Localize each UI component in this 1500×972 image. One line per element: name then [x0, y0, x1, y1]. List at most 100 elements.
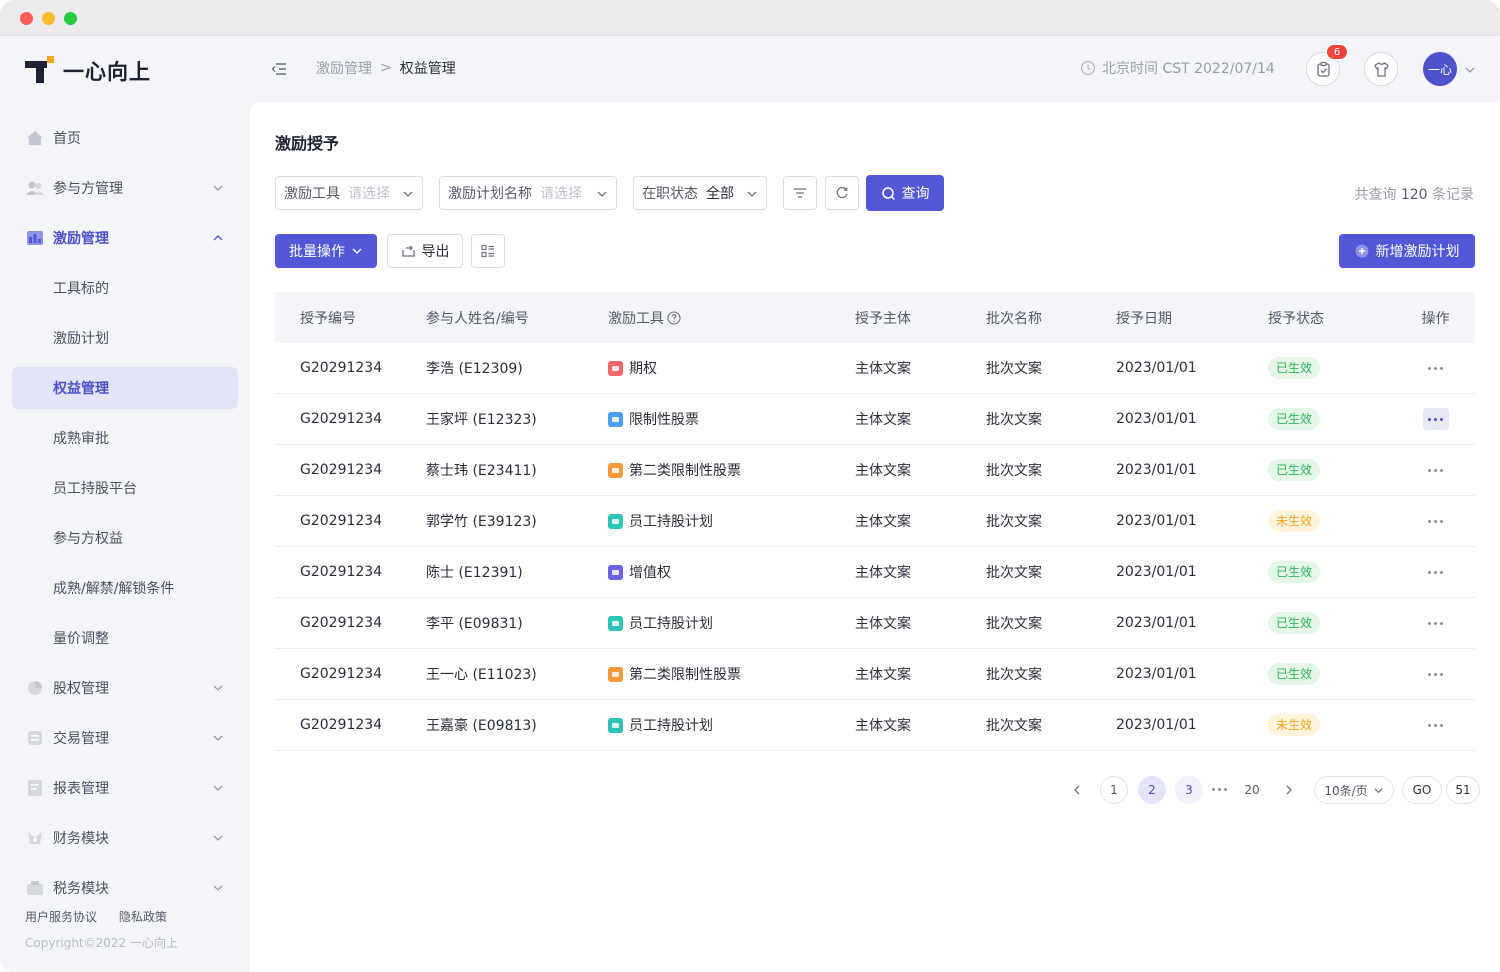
page-3-button[interactable]: 3: [1175, 776, 1203, 804]
go-button[interactable]: GO: [1402, 776, 1442, 804]
sidebar-item-plans[interactable]: 激励计划: [0, 313, 250, 363]
sidebar-item-label: 员工持股平台: [53, 481, 137, 497]
jump-page-input[interactable]: 51: [1446, 776, 1480, 804]
more-actions-icon[interactable]: [1423, 612, 1449, 634]
breadcrumb: 激励管理 > 权益管理: [316, 58, 456, 78]
add-incentive-plan-button[interactable]: 新增激励计划: [1339, 234, 1475, 268]
status-badge: 未生效: [1268, 510, 1321, 532]
chevron-down-icon: [597, 191, 607, 197]
more-actions-icon[interactable]: [1422, 408, 1449, 430]
sidebar-item-incentive[interactable]: 激励管理: [0, 213, 250, 263]
sidebar-item-trade[interactable]: 交易管理: [0, 713, 250, 763]
filter-incentive-tool[interactable]: 激励工具 请选择: [275, 176, 423, 210]
theme-button[interactable]: [1364, 52, 1398, 86]
prev-page-button[interactable]: [1063, 776, 1091, 804]
filter-label: 激励工具: [284, 186, 340, 202]
status-badge: 已生效: [1268, 561, 1321, 583]
advanced-filter-button[interactable]: [783, 176, 817, 210]
privacy-policy-link[interactable]: 隐私政策: [119, 910, 167, 924]
filter-plan-name[interactable]: 激励计划名称 请选择: [439, 176, 617, 210]
incentive-tool-icon: [608, 615, 623, 631]
breadcrumb-item-incentive[interactable]: 激励管理: [316, 58, 372, 78]
sidebar-item-label: 工具标的: [53, 281, 109, 297]
pagination: 1 2 3 20 10条/页 GO 51: [250, 776, 1500, 804]
pagination-ellipsis[interactable]: [1212, 788, 1227, 791]
sidebar-item-participants[interactable]: 参与方管理: [0, 163, 250, 213]
user-agreement-link[interactable]: 用户服务协议: [25, 910, 97, 924]
sidebar-item-label: 报表管理: [53, 781, 109, 797]
status-cell: 已生效: [1268, 612, 1396, 634]
logo-mark-icon: [25, 56, 55, 86]
avatar[interactable]: 一心: [1423, 52, 1457, 86]
record-count-suffix: 条记录: [1432, 187, 1474, 203]
table-row[interactable]: G20291234 王嘉豪 (E09813) 员工持股计划 主体文案 批次文案 2023/…: [275, 700, 1475, 751]
chevron-down-icon[interactable]: [1464, 64, 1476, 76]
sidebar-item-adjustment[interactable]: 量价调整: [0, 613, 250, 663]
more-actions-icon[interactable]: [1423, 459, 1449, 481]
sidebar-item-participant-rights[interactable]: 参与方权益: [0, 513, 250, 563]
sidebar-item-tax[interactable]: 税务模块: [0, 863, 250, 913]
grant-date-cell: 2023/01/01: [1116, 462, 1197, 478]
minimize-window-button[interactable]: [42, 12, 55, 25]
export-button[interactable]: 导出: [387, 234, 463, 268]
table-row[interactable]: G20291234 陈士 (E12391) 增值权 主体文案 批次文案 2023/01/0…: [275, 547, 1475, 598]
sidebar-item-finance[interactable]: 财务模块: [0, 813, 250, 863]
table-row[interactable]: G20291234 王一心 (E11023) 第二类限制性股票 主体文案 批次文案 202…: [275, 649, 1475, 700]
tool-cell: 员工持股计划: [608, 715, 855, 735]
page-20-button[interactable]: 20: [1238, 776, 1266, 804]
more-actions-icon[interactable]: [1423, 561, 1449, 583]
filter-placeholder: 请选择: [348, 186, 390, 202]
more-actions-icon[interactable]: [1423, 714, 1449, 736]
table-row[interactable]: G20291234 郭学竹 (E39123) 员工持股计划 主体文案 批次文案 2023/…: [275, 496, 1475, 547]
shirt-icon: [1373, 61, 1389, 77]
table-row[interactable]: G20291234 蔡士玮 (E23411) 第二类限制性股票 主体文案 批次文案 202…: [275, 445, 1475, 496]
status-badge: 已生效: [1268, 612, 1321, 634]
tool-cell: 期权: [608, 358, 855, 378]
sidebar-item-rights-management[interactable]: 权益管理: [12, 367, 238, 409]
filter-employment-status[interactable]: 在职状态 全部: [633, 176, 767, 210]
page-size-select[interactable]: 10条/页: [1314, 776, 1394, 804]
sidebar-item-home[interactable]: 首页: [0, 113, 250, 163]
tool-cell: 增值权: [608, 562, 855, 582]
sidebar-footer-links: 用户服务协议 隐私政策: [25, 908, 185, 925]
chevron-down-icon: [747, 191, 757, 197]
batch-operation-button[interactable]: 批量操作: [275, 234, 377, 268]
page-2-button[interactable]: 2: [1138, 776, 1166, 804]
sidebar-item-reports[interactable]: 报表管理: [0, 763, 250, 813]
sidebar-item-esop-platform[interactable]: 员工持股平台: [0, 463, 250, 513]
table-row[interactable]: G20291234 王家坪 (E12323) 限制性股票 主体文案 批次文案 2023/0…: [275, 394, 1475, 445]
page-1-button[interactable]: 1: [1100, 776, 1128, 804]
close-window-button[interactable]: [20, 12, 33, 25]
table-row[interactable]: G20291234 李平 (E09831) 员工持股计划 主体文案 批次文案 2023/0…: [275, 598, 1475, 649]
tax-icon: [25, 878, 45, 898]
subject-cell: 主体文案: [855, 361, 911, 377]
export-label: 导出: [421, 244, 450, 260]
brand-logo[interactable]: 一心向上: [25, 54, 151, 88]
reset-button[interactable]: [825, 176, 859, 210]
more-actions-icon[interactable]: [1423, 663, 1449, 685]
more-actions-icon[interactable]: [1423, 357, 1449, 379]
table-row[interactable]: G20291234 李浩 (E12309) 期权 主体文案 批次文案 2023/01/01…: [275, 343, 1475, 394]
help-icon[interactable]: [667, 310, 681, 325]
query-button[interactable]: 查询: [866, 175, 944, 211]
collapse-sidebar-icon[interactable]: [270, 60, 288, 78]
next-page-button[interactable]: [1275, 776, 1303, 804]
column-settings-button[interactable]: [471, 234, 505, 268]
status-badge: 未生效: [1268, 714, 1321, 736]
sidebar-item-equity[interactable]: 股权管理: [0, 663, 250, 713]
maximize-window-button[interactable]: [64, 12, 77, 25]
sidebar-item-label: 财务模块: [53, 831, 109, 847]
sidebar-item-tools[interactable]: 工具标的: [0, 263, 250, 313]
actions-cell: [1396, 561, 1475, 583]
top-header: 激励管理 > 权益管理 北京时间 CST 2022/07/14 6 一心: [250, 36, 1500, 102]
chevron-down-icon: [403, 191, 413, 197]
sidebar-item-label: 成熟审批: [53, 431, 109, 447]
grant-id-cell: G20291234: [300, 411, 383, 427]
grant-date-cell: 2023/01/01: [1116, 615, 1197, 631]
tool-cell: 员工持股计划: [608, 511, 855, 531]
sidebar-item-conditions[interactable]: 成熟/解禁/解锁条件: [0, 563, 250, 613]
more-actions-icon[interactable]: [1423, 510, 1449, 532]
tool-label: 员工持股计划: [629, 718, 713, 734]
sidebar-item-vesting-approval[interactable]: 成熟审批: [0, 413, 250, 463]
column-header: 参与人姓名/编号: [426, 310, 529, 327]
